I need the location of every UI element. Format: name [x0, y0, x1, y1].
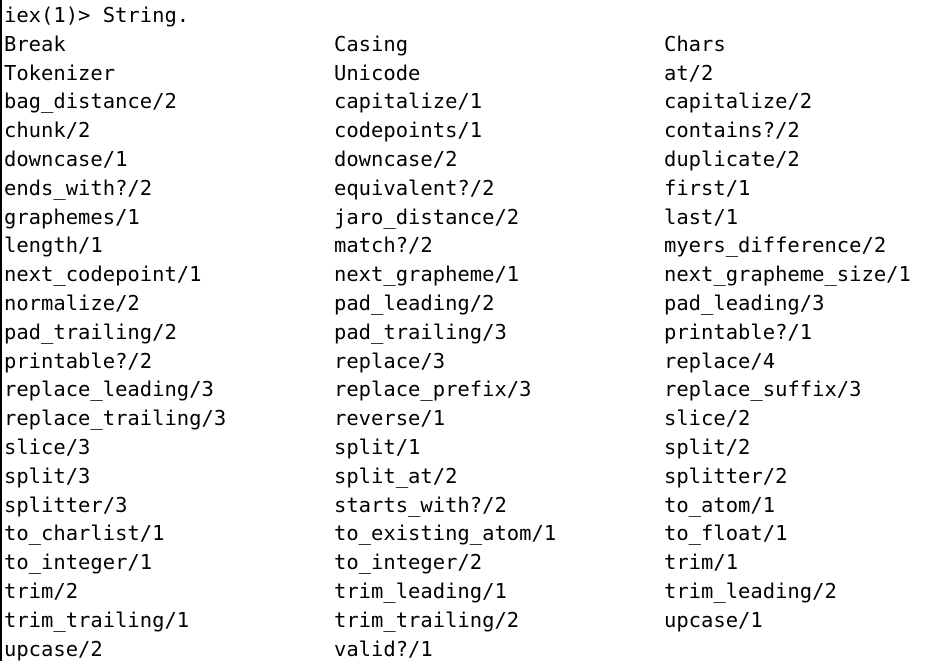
completion-item: printable?/2: [4, 348, 153, 373]
completion-item: split/1: [334, 434, 421, 459]
terminal-window[interactable]: iex(1)> String. Break Casing Chars Tokenize…: [0, 0, 943, 661]
left-edge-bar: [0, 0, 2, 661]
completion-item: replace_prefix/3: [334, 377, 532, 402]
completion-item: pad_trailing/2: [4, 319, 177, 344]
completion-item: Casing: [334, 31, 409, 56]
completion-item: valid?/1: [334, 636, 433, 661]
completion-item: duplicate/2: [664, 146, 800, 171]
completion-item: to_charlist/1: [4, 521, 165, 546]
completion-item: split/3: [4, 463, 91, 488]
completion-item: equivalent?/2: [334, 175, 495, 200]
completion-item: splitter/3: [4, 492, 128, 517]
completion-item: next_grapheme/1: [334, 262, 520, 287]
completion-item: split_at/2: [334, 463, 458, 488]
completion-item: last/1: [664, 204, 739, 229]
completion-item: bag_distance/2: [4, 89, 177, 114]
completion-item: jaro_distance/2: [334, 204, 520, 229]
completion-item: capitalize/1: [334, 89, 483, 114]
completion-item: replace_suffix/3: [664, 377, 862, 402]
completion-item: trim_trailing/1: [4, 607, 190, 632]
completion-item: next_grapheme_size/1: [664, 262, 911, 287]
completion-item: replace/3: [334, 348, 446, 373]
completion-item: trim/1: [664, 550, 739, 575]
completion-item: trim_trailing/2: [334, 607, 520, 632]
completion-item: to_integer/1: [4, 550, 153, 575]
completion-item: to_integer/2: [334, 550, 483, 575]
completion-item: length/1: [4, 233, 103, 258]
completion-item: [664, 635, 943, 663]
completion-item: pad_leading/3: [664, 290, 825, 315]
completion-item: trim_leading/2: [664, 578, 837, 603]
completion-item: reverse/1: [334, 406, 446, 431]
completion-item: Break: [4, 31, 66, 56]
completion-item: Unicode: [334, 60, 421, 85]
completion-item: upcase/2: [4, 636, 103, 661]
completion-item: contains?/2: [664, 118, 800, 143]
prompt-line: iex(1)> String.: [4, 3, 190, 27]
completion-item: downcase/2: [334, 146, 458, 171]
completion-grid: Break Casing Chars Tokenizer Unicode at/2 bag_…: [4, 30, 943, 663]
completion-item: normalize/2: [4, 290, 140, 315]
completion-item: trim/2: [4, 578, 79, 603]
completion-item: at/2: [664, 60, 714, 85]
completion-item: ends_with?/2: [4, 175, 153, 200]
completion-item: match?/2: [334, 233, 433, 258]
completion-item: capitalize/2: [664, 89, 813, 114]
completion-item: to_atom/1: [664, 492, 776, 517]
completion-item: replace_leading/3: [4, 377, 214, 402]
completion-item: graphemes/1: [4, 204, 140, 229]
completion-item: first/1: [664, 175, 751, 200]
completion-item: splitter/2: [664, 463, 788, 488]
completion-item: Chars: [664, 31, 726, 56]
completion-item: starts_with?/2: [334, 492, 507, 517]
completion-item: chunk/2: [4, 118, 91, 143]
completion-item: printable?/1: [664, 319, 813, 344]
completion-item: split/2: [664, 434, 751, 459]
completion-item: replace_trailing/3: [4, 406, 227, 431]
completion-item: trim_leading/1: [334, 578, 507, 603]
completion-item: next_codepoint/1: [4, 262, 202, 287]
completion-item: codepoints/1: [334, 118, 483, 143]
completion-item: downcase/1: [4, 146, 128, 171]
completion-item: Tokenizer: [4, 60, 116, 85]
completion-item: upcase/1: [664, 607, 763, 632]
completion-item: pad_trailing/3: [334, 319, 507, 344]
completion-item: myers_difference/2: [664, 233, 887, 258]
completion-item: replace/4: [664, 348, 776, 373]
completion-item: to_float/1: [664, 521, 788, 546]
completion-item: slice/2: [664, 406, 751, 431]
completion-item: pad_leading/2: [334, 290, 495, 315]
completion-item: to_existing_atom/1: [334, 521, 557, 546]
completion-item: slice/3: [4, 434, 91, 459]
